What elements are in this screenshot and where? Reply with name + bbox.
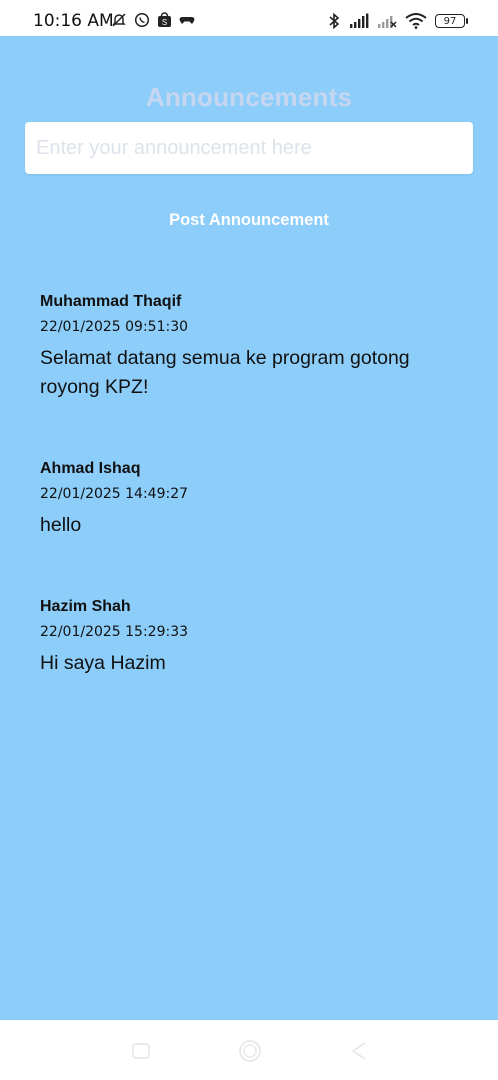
announcement-input[interactable]: [25, 122, 473, 174]
page-title: Announcements: [145, 82, 353, 112]
announcement-timestamp: 22/01/2025 14:49:27: [40, 486, 189, 502]
signal-no-service-icon: [378, 16, 397, 28]
svg-text:S: S: [162, 18, 167, 27]
system-icons: 97: [327, 12, 468, 30]
recent-apps-button[interactable]: [128, 1038, 154, 1064]
announcement-author: Ahmad Ishaq: [40, 460, 141, 477]
announcement-item: Muhammad Thaqif 22/01/2025 09:51:30 Sela…: [40, 292, 460, 402]
bluetooth-icon: [329, 12, 340, 30]
home-button[interactable]: [237, 1038, 263, 1064]
gamepad-icon: [179, 17, 195, 24]
shopee-icon: S: [158, 12, 171, 27]
status-time: 10:16 AM: [33, 11, 114, 31]
announcement-message: Hi saya Hazim: [40, 652, 166, 674]
notification-icons: S: [111, 12, 195, 28]
announcement-timestamp: 22/01/2025 15:29:33: [40, 624, 189, 640]
announcement-message: hello: [40, 514, 82, 536]
announcement-timestamp: 22/01/2025 09:51:30: [40, 319, 189, 335]
announcement-message: Selamat datang semua ke program gotong r…: [40, 347, 410, 398]
recent-apps-icon: [132, 1043, 150, 1059]
battery-indicator: 97: [435, 14, 468, 28]
announcement-author: Muhammad Thaqif: [40, 293, 182, 310]
wifi-icon: [405, 13, 427, 29]
navigation-bar: [0, 1020, 498, 1080]
status-bar: 10:16 AM S 97: [0, 0, 498, 36]
announcement-item: Ahmad Ishaq 22/01/2025 14:49:27 hello: [40, 459, 460, 540]
signal-icon: [350, 13, 369, 28]
home-icon: [239, 1040, 261, 1062]
post-announcement-button[interactable]: Post Announcement: [0, 206, 498, 234]
announcement-author: Hazim Shah: [40, 598, 131, 615]
announcements-screen: Announcements Post Announcement Muhammad…: [0, 36, 498, 1020]
announcement-item: Hazim Shah 22/01/2025 15:29:33 Hi saya H…: [40, 597, 460, 678]
muted-bell-icon: [112, 13, 126, 27]
back-icon: [352, 1042, 366, 1060]
whatsapp-icon: [134, 12, 150, 28]
back-button[interactable]: [345, 1038, 371, 1064]
